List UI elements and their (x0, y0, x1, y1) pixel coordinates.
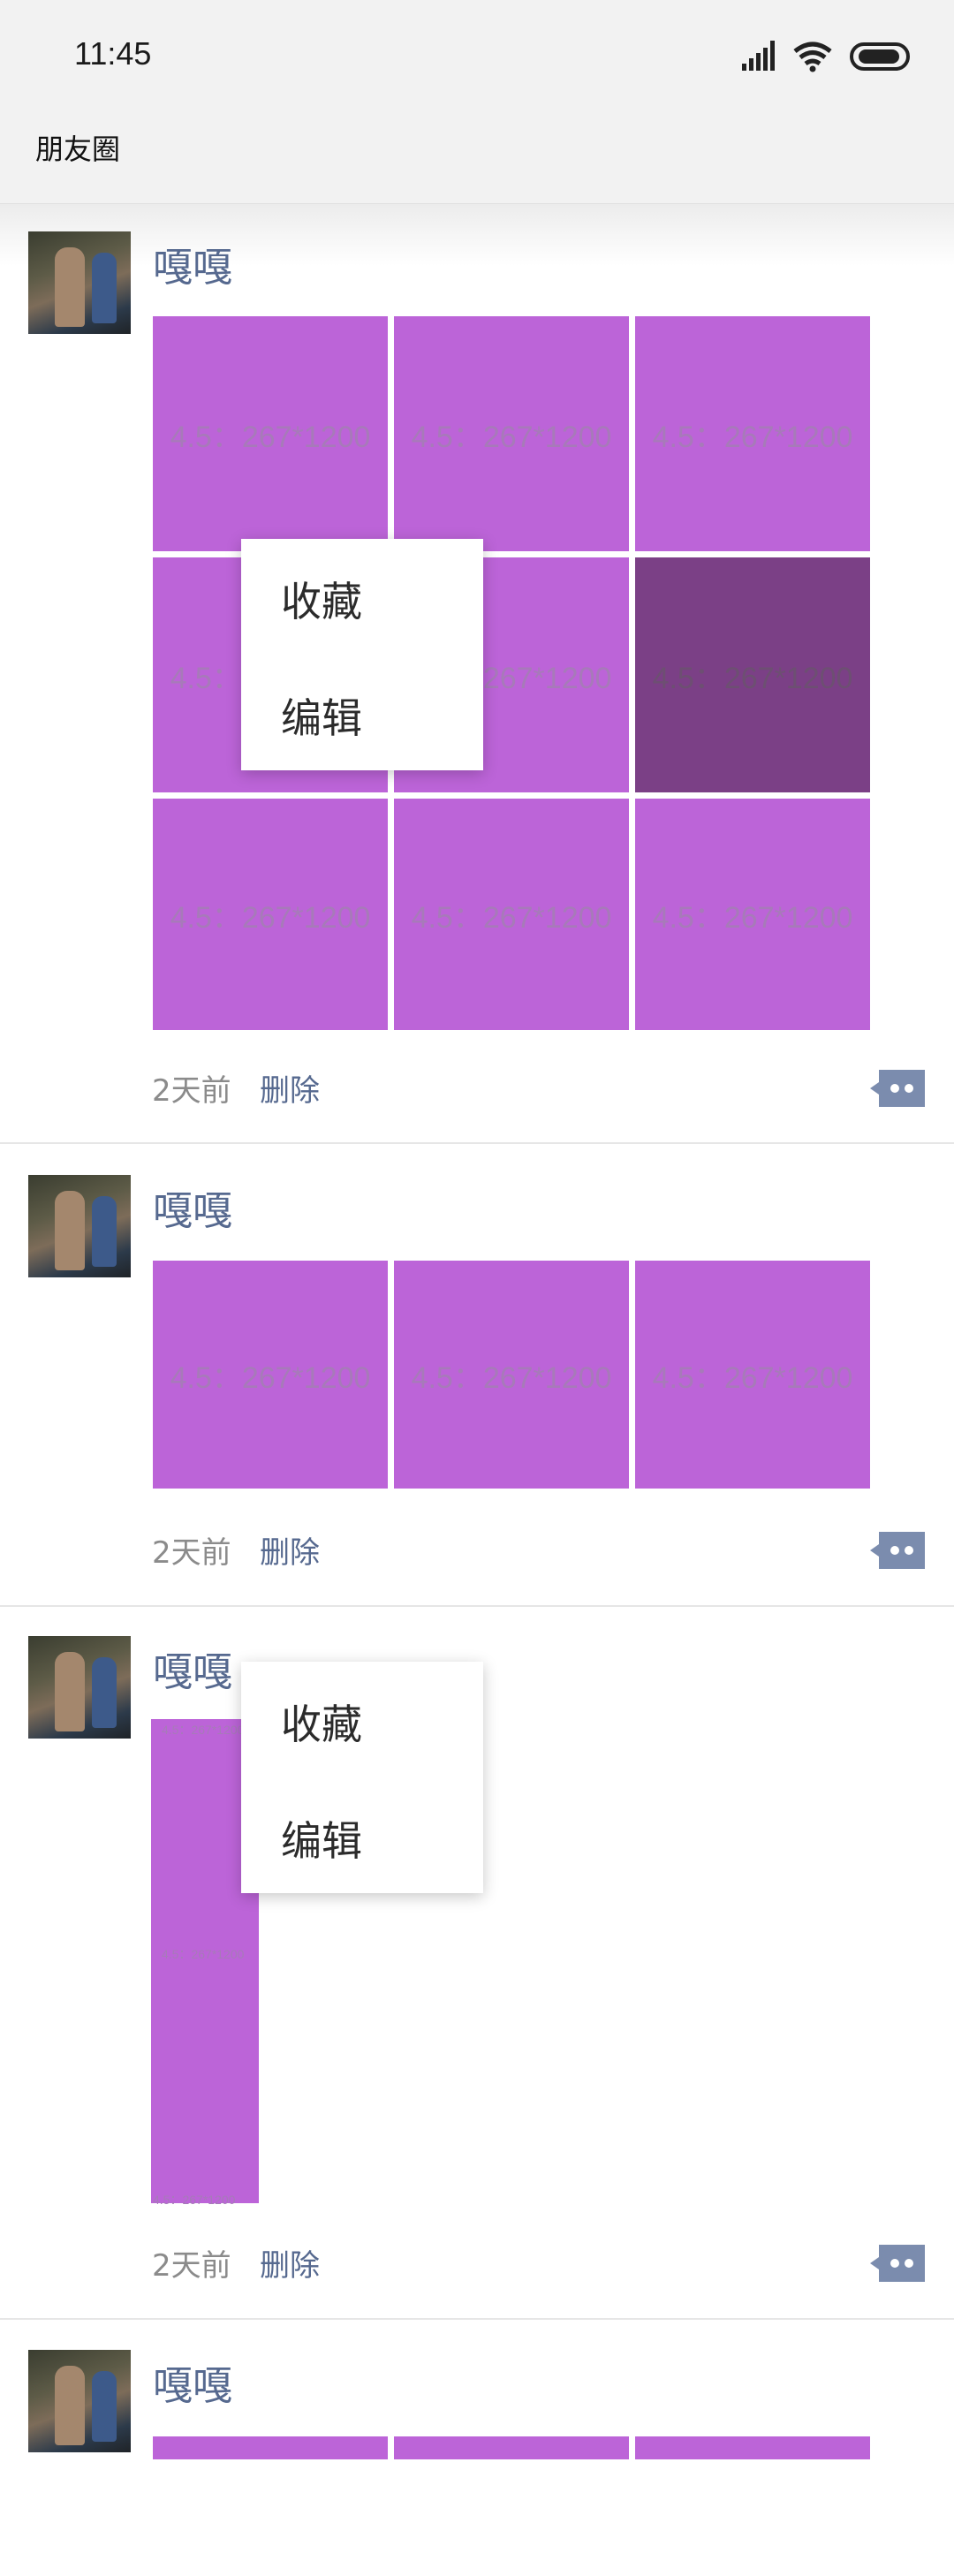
nickname[interactable]: 嘎嘎 (153, 1640, 232, 1697)
avatar[interactable] (28, 1636, 131, 1739)
image-tile[interactable]: 4.5：267*1200 (153, 316, 388, 551)
image-label: 4.5：267*1200 (162, 1723, 245, 1737)
image-tile[interactable]: 4.5：267*1200 (153, 1261, 388, 1489)
status-icons (742, 39, 919, 74)
nickname[interactable]: 嘎嘎 (153, 235, 232, 292)
menu-item-edit[interactable]: 编辑 (281, 1809, 362, 1868)
context-menu: 收藏 编辑 (241, 539, 483, 770)
image-tile[interactable]: 4.5：267*1200 (635, 1261, 870, 1489)
divider (0, 1142, 954, 1144)
menu-item-favorite[interactable]: 收藏 (281, 570, 362, 628)
image-tile[interactable]: 4.5：267*1200 (394, 799, 629, 1030)
image-tile[interactable] (153, 2436, 388, 2459)
menu-item-edit[interactable]: 编辑 (281, 686, 362, 745)
comment-icon[interactable] (870, 1070, 927, 1107)
status-time: 11:45 (74, 35, 152, 72)
post-time: 2天前 (152, 2248, 231, 2284)
status-bar: 11:45 (0, 0, 954, 106)
image-tile[interactable]: 4.5：267*1200 (394, 1261, 629, 1489)
post-time: 2天前 (152, 1535, 231, 1571)
delete-link[interactable]: 删除 (260, 2241, 320, 2284)
image-tile[interactable]: 4.5：267*1200 (635, 799, 870, 1030)
page-title: 朋友圈 (35, 133, 121, 166)
post-time: 2天前 (152, 1073, 231, 1109)
image-tile[interactable]: 4.5：267*1200 (153, 799, 388, 1030)
battery-icon (850, 42, 910, 71)
menu-item-favorite[interactable]: 收藏 (281, 1693, 362, 1751)
image-tile[interactable] (394, 2436, 629, 2459)
image-label: 4.5：267*1200 (153, 2193, 236, 2207)
comment-icon[interactable] (870, 1532, 927, 1569)
delete-link[interactable]: 删除 (260, 1066, 320, 1110)
signal-icon (742, 41, 775, 71)
title-shadow (0, 204, 954, 266)
delete-link[interactable]: 删除 (260, 1528, 320, 1572)
avatar[interactable] (28, 2350, 131, 2452)
context-menu: 收藏 编辑 (241, 1662, 483, 1893)
avatar[interactable] (28, 231, 131, 334)
image-tile[interactable] (635, 2436, 870, 2459)
image-tile[interactable]: 4.5：267*1200 (394, 316, 629, 551)
wifi-icon (793, 42, 832, 72)
image-tile-pressed[interactable]: 4.5：267*1200 (635, 557, 870, 792)
nickname[interactable]: 嘎嘎 (153, 2353, 232, 2411)
title-bar: 朋友圈 (0, 106, 954, 204)
comment-icon[interactable] (870, 2245, 927, 2282)
divider (0, 1605, 954, 1607)
avatar[interactable] (28, 1175, 131, 1277)
image-label: 4.5：267*1200 (162, 1947, 245, 1961)
divider (0, 2318, 954, 2320)
nickname[interactable]: 嘎嘎 (153, 1178, 232, 1236)
image-tile[interactable]: 4.5：267*1200 (635, 316, 870, 551)
